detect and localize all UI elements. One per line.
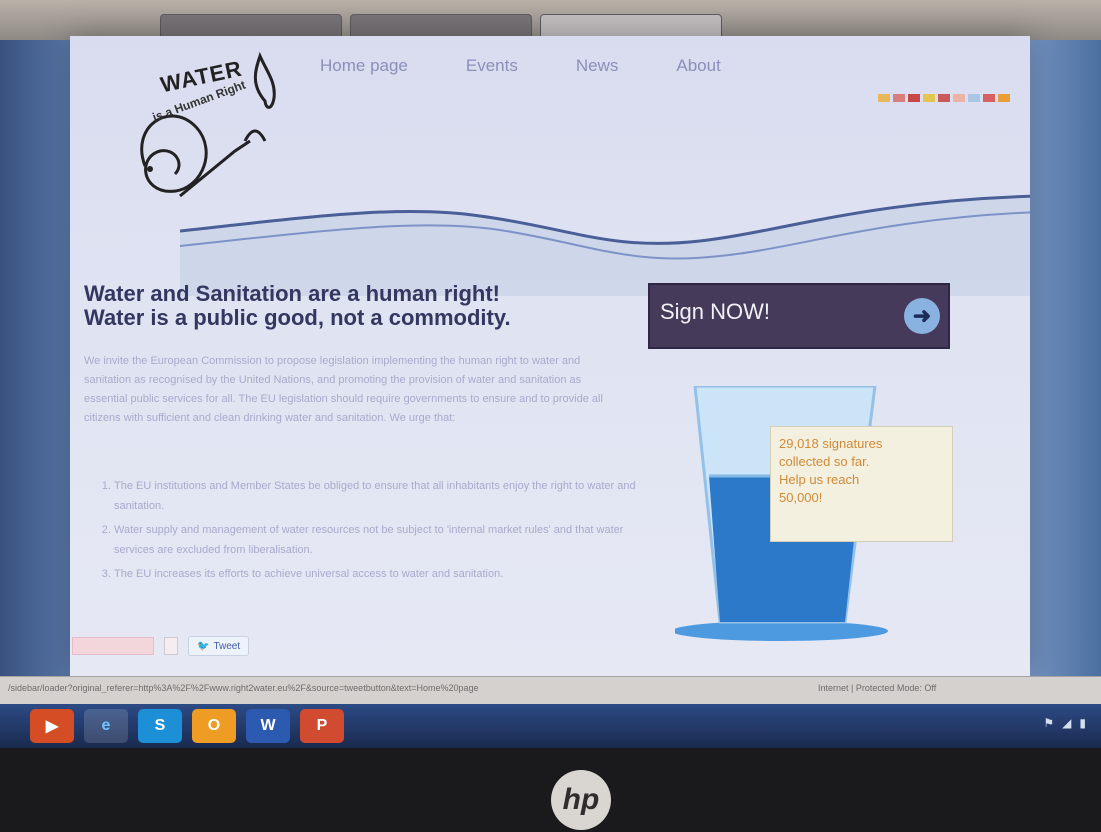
skype-icon[interactable]: S — [138, 709, 182, 743]
flag-icon[interactable] — [893, 94, 905, 102]
twitter-bird-icon: 🐦 — [197, 640, 210, 652]
nav-home[interactable]: Home page — [320, 56, 408, 76]
flag-icon[interactable] — [878, 94, 890, 102]
headline-line-2: Water is a public good, not a commodity. — [84, 305, 511, 330]
flag-icon[interactable] — [953, 94, 965, 102]
network-icon[interactable]: ▮ — [1079, 716, 1086, 730]
list-item: The EU institutions and Member States be… — [114, 476, 649, 516]
flag-icon[interactable] — [998, 94, 1010, 102]
sign-now-label: Sign NOW! — [660, 299, 771, 324]
arrow-right-icon: ➜ — [904, 298, 940, 334]
signature-collected-text: collected so far. — [779, 454, 870, 469]
browser-tab-2[interactable] — [350, 14, 532, 38]
list-item: Water supply and management of water res… — [114, 520, 649, 560]
status-url: /sidebar/loader?original_referer=http%3A… — [8, 683, 479, 693]
flag-icon[interactable] — [983, 94, 995, 102]
tweet-button[interactable]: 🐦 Tweet — [188, 636, 250, 656]
main-nav: Home page Events News About — [320, 56, 721, 76]
nav-news[interactable]: News — [576, 56, 619, 76]
hp-logo-icon: hp — [551, 770, 611, 830]
demands-list: The EU institutions and Member States be… — [84, 476, 649, 588]
flag-icon[interactable] — [923, 94, 935, 102]
internet-explorer-icon[interactable]: e — [84, 709, 128, 743]
security-zone: Internet | Protected Mode: Off — [818, 683, 937, 693]
signature-goal-text: 50,000! — [779, 490, 823, 505]
powerpoint-icon[interactable]: P — [300, 709, 344, 743]
headline: Water and Sanitation are a human right! … — [84, 282, 644, 330]
nav-about[interactable]: About — [676, 56, 720, 76]
signature-help-text: Help us reach — [779, 472, 860, 487]
desktop-left-strip — [0, 40, 80, 680]
signature-count-text: 29,018 signatures — [779, 436, 883, 451]
flag-icon[interactable]: ⚑ — [1043, 716, 1054, 730]
media-player-icon[interactable]: ▶ — [30, 709, 74, 743]
signature-counter: 29,018 signatures collected so far. Help… — [770, 426, 953, 542]
system-tray: ⚑ ◢ ▮ — [1043, 716, 1086, 730]
outlook-icon[interactable]: O — [192, 709, 236, 743]
flag-icon[interactable] — [968, 94, 980, 102]
flag-icon[interactable] — [938, 94, 950, 102]
headline-line-1: Water and Sanitation are a human right! — [84, 281, 501, 306]
body-text: We invite the European Commission to pro… — [84, 355, 603, 424]
sign-now-button[interactable]: Sign NOW! ➜ — [648, 283, 950, 349]
share-count — [164, 637, 178, 655]
water-wave-graphic — [180, 194, 1030, 296]
browser-status-bar: /sidebar/loader?original_referer=http%3A… — [0, 676, 1101, 705]
web-page: WATER is a Human Right Home page Events … — [70, 36, 1030, 676]
share-buttons: 🐦 Tweet — [72, 636, 250, 656]
tweet-label: Tweet — [213, 640, 241, 652]
word-icon[interactable]: W — [246, 709, 290, 743]
browser-tab-active[interactable] — [540, 14, 722, 38]
windows-taskbar: ▶ e S O W P — [0, 704, 1101, 748]
volume-icon[interactable]: ◢ — [1062, 716, 1071, 730]
nav-events[interactable]: Events — [466, 56, 518, 76]
flag-icon[interactable] — [908, 94, 920, 102]
list-item: The EU increases its efforts to achieve … — [114, 564, 649, 584]
language-flags — [878, 94, 1010, 102]
browser-tab-1[interactable] — [160, 14, 342, 38]
facebook-share-button[interactable] — [72, 637, 154, 655]
